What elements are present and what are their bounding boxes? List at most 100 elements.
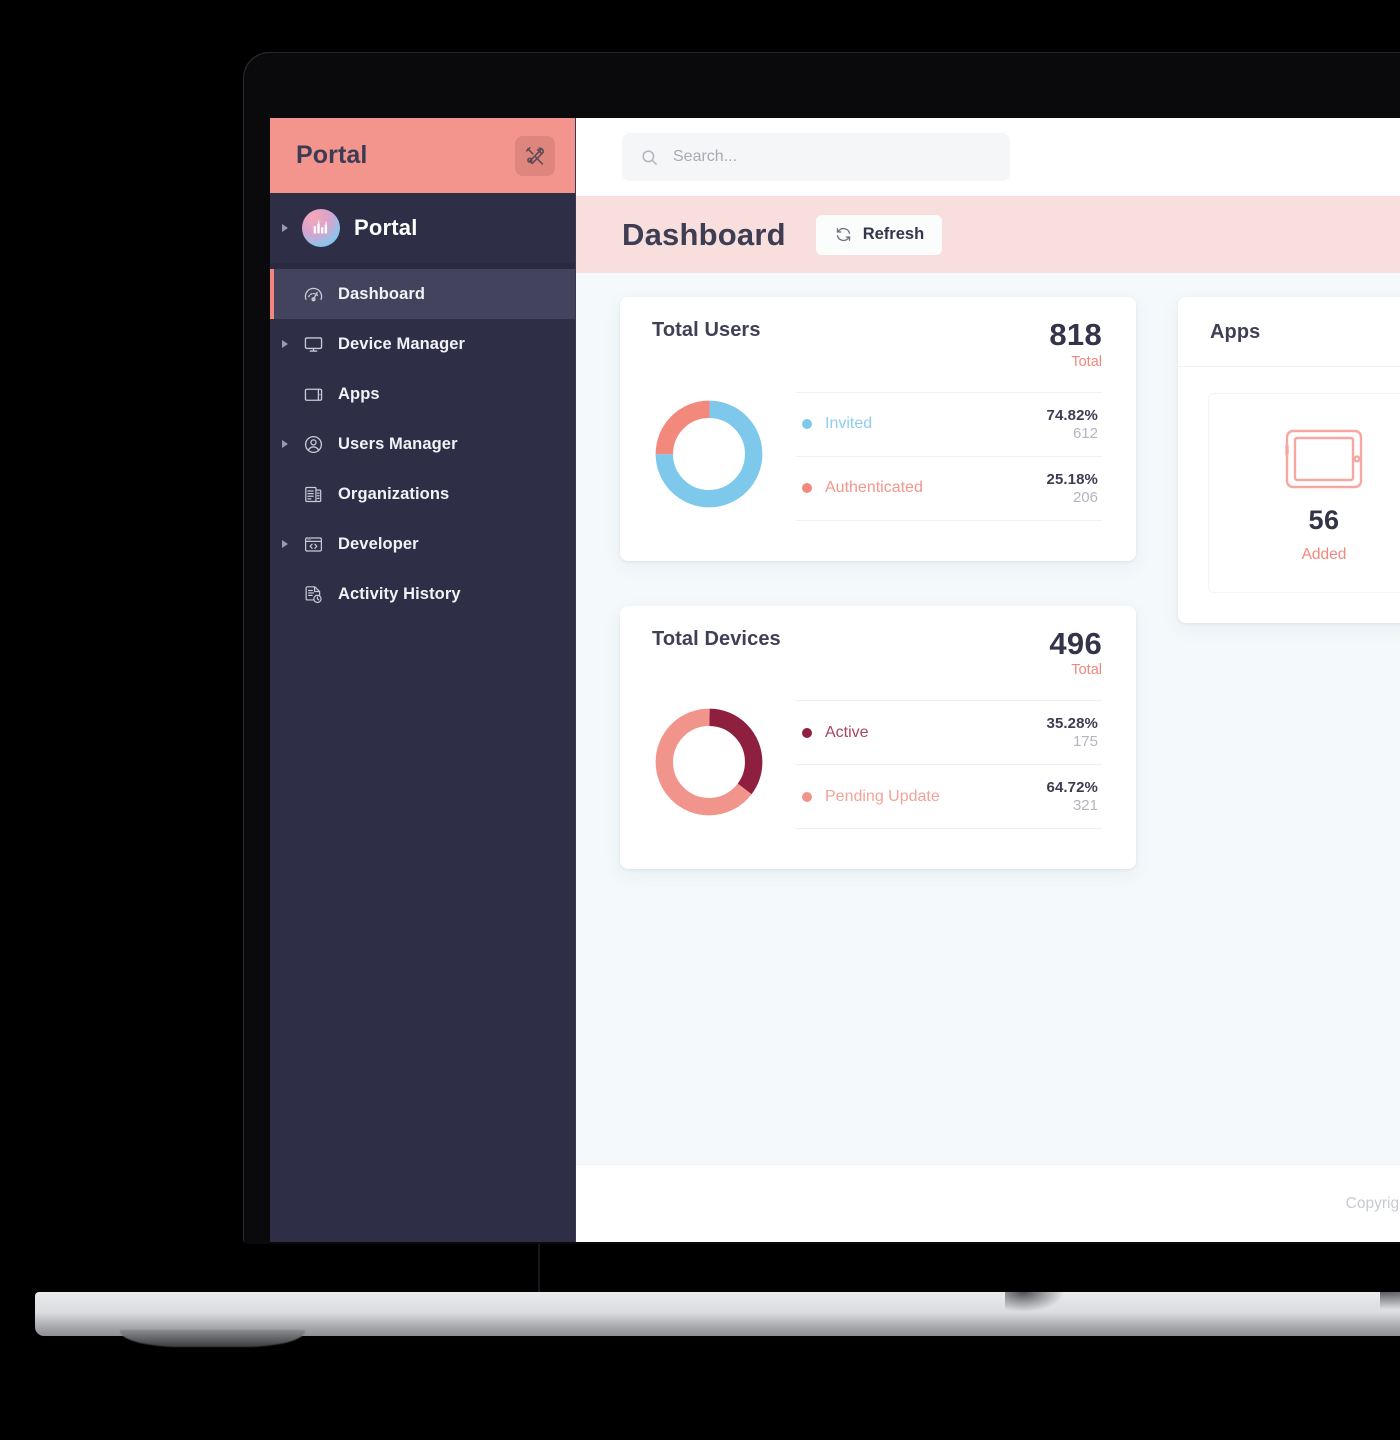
legend-dot-icon bbox=[802, 483, 812, 494]
legend-percent: 35.28% bbox=[1046, 715, 1098, 733]
legend-count: 321 bbox=[1072, 797, 1098, 815]
card-title: Total Users bbox=[652, 319, 761, 341]
copyright-text: Copyright bbox=[1345, 1194, 1400, 1212]
total-users-donut-chart bbox=[650, 395, 768, 518]
dashboard-content: Total Users 818 Total Invited 74.82% 612… bbox=[576, 273, 1400, 1164]
sidebar-item-label: Users Manager bbox=[338, 434, 458, 453]
main-area: Search... Dashboard Refresh Total Users … bbox=[575, 118, 1400, 1242]
legend-row[interactable]: Pending Update 64.72% 321 bbox=[796, 765, 1102, 830]
sidebar-item-label: Activity History bbox=[338, 584, 461, 603]
legend-label: Active bbox=[825, 723, 869, 741]
total-devices-card: Total Devices 496 Total Active 35.28% 17… bbox=[620, 605, 1136, 870]
portal-app: Portal Portal Dashboard Device Manager A… bbox=[270, 118, 1400, 1242]
card-header: Total Users 818 Total bbox=[620, 297, 1136, 370]
laptop-base-notch-right bbox=[1380, 1292, 1400, 1312]
card-header: Apps bbox=[1178, 297, 1400, 367]
laptop-screen: Portal Portal Dashboard Device Manager A… bbox=[270, 118, 1400, 1242]
document-clock-icon bbox=[301, 582, 325, 606]
sidebar-item-organizations[interactable]: Organizations bbox=[270, 469, 575, 519]
portal-logo-icon bbox=[302, 209, 340, 247]
total-value: 818 bbox=[1049, 317, 1102, 352]
page-title: Dashboard bbox=[622, 216, 786, 252]
search-icon bbox=[642, 149, 657, 165]
card-body: 56 Added bbox=[1178, 367, 1400, 623]
sidebar-item-label: Organizations bbox=[338, 484, 450, 503]
chevron-right-icon[interactable] bbox=[282, 224, 288, 232]
sidebar-brand-title: Portal bbox=[296, 141, 368, 169]
laptop-mockup: Portal Portal Dashboard Device Manager A… bbox=[0, 0, 1400, 1440]
gauge-icon bbox=[301, 282, 325, 306]
sidebar-item-dashboard[interactable]: Dashboard bbox=[270, 269, 575, 319]
sidebar-item-label: Apps bbox=[338, 384, 380, 403]
sidebar-brand-bar: Portal bbox=[270, 118, 575, 193]
apps-added-label: Added bbox=[1301, 546, 1347, 563]
apps-added-tile[interactable]: 56 Added bbox=[1208, 393, 1400, 593]
chevron-right-icon[interactable] bbox=[282, 540, 288, 548]
card-body: Active 35.28% 175 Pending Update 64.72% … bbox=[620, 678, 1136, 869]
card-title: Total Devices bbox=[652, 627, 781, 650]
refresh-button[interactable]: Refresh bbox=[815, 214, 943, 255]
legend-count: 206 bbox=[1072, 488, 1098, 506]
sidebar: Portal Portal Dashboard Device Manager A… bbox=[270, 118, 575, 1242]
dashboard-right-column: Apps 56 Added bbox=[1178, 297, 1400, 623]
legend-count: 175 bbox=[1072, 733, 1098, 751]
legend-label: Pending Update bbox=[825, 787, 940, 805]
sidebar-org-row[interactable]: Portal bbox=[270, 193, 575, 269]
laptop-hinge bbox=[538, 1244, 540, 1296]
legend-row[interactable]: Authenticated 25.18% 206 bbox=[796, 457, 1102, 521]
legend-percent: 74.82% bbox=[1046, 406, 1098, 424]
card-total: 818 Total bbox=[1049, 317, 1102, 370]
search-input[interactable]: Search... bbox=[622, 133, 1010, 181]
card-title: Apps bbox=[1210, 321, 1261, 343]
legend-dot-icon bbox=[802, 419, 812, 430]
total-devices-legend: Active 35.28% 175 Pending Update 64.72% … bbox=[796, 700, 1102, 830]
card-header: Total Devices 496 Total bbox=[620, 606, 1136, 679]
search-placeholder: Search... bbox=[673, 148, 738, 165]
sidebar-nav: Dashboard Device Manager Apps Users Mana… bbox=[270, 269, 575, 619]
tablet-outline-icon bbox=[1284, 428, 1364, 495]
tablet-icon bbox=[301, 382, 325, 406]
total-users-legend: Invited 74.82% 612 Authenticated 25.18% … bbox=[796, 391, 1102, 521]
card-body: Invited 74.82% 612 Authenticated 25.18% … bbox=[620, 370, 1136, 561]
sidebar-item-label: Device Manager bbox=[338, 334, 466, 353]
legend-label: Authenticated bbox=[825, 479, 923, 497]
legend-row[interactable]: Active 35.28% 175 bbox=[796, 700, 1102, 766]
bar-chart-glyph-icon bbox=[313, 220, 328, 234]
apps-added-value: 56 bbox=[1308, 505, 1340, 535]
tools-icon bbox=[525, 146, 544, 165]
user-circle-icon bbox=[301, 432, 325, 456]
legend-percent: 64.72% bbox=[1046, 779, 1098, 797]
code-window-icon bbox=[301, 532, 325, 556]
sidebar-item-label: Dashboard bbox=[338, 284, 426, 303]
top-bar: Search... bbox=[576, 118, 1400, 196]
page-header-bar: Dashboard Refresh bbox=[576, 196, 1400, 273]
laptop-foot bbox=[120, 1330, 305, 1347]
sidebar-item-users-manager[interactable]: Users Manager bbox=[270, 419, 575, 469]
dashboard-left-column: Total Users 818 Total Invited 74.82% 612… bbox=[620, 297, 1136, 870]
card-total: 496 Total bbox=[1049, 625, 1102, 679]
total-label: Total bbox=[1071, 353, 1102, 370]
legend-count: 612 bbox=[1072, 424, 1098, 442]
sidebar-org-name: Portal bbox=[354, 215, 418, 240]
legend-dot-icon bbox=[802, 791, 812, 802]
building-icon bbox=[301, 482, 325, 506]
total-value: 496 bbox=[1049, 625, 1102, 661]
sidebar-item-apps[interactable]: Apps bbox=[270, 369, 575, 419]
sidebar-item-developer[interactable]: Developer bbox=[270, 519, 575, 569]
legend-row[interactable]: Invited 74.82% 612 bbox=[796, 391, 1102, 457]
legend-dot-icon bbox=[802, 727, 812, 738]
total-users-card: Total Users 818 Total Invited 74.82% 612… bbox=[620, 297, 1136, 561]
legend-label: Invited bbox=[825, 415, 873, 433]
laptop-base-notch-left bbox=[1005, 1292, 1065, 1312]
total-devices-donut-chart bbox=[650, 703, 768, 826]
legend-percent: 25.18% bbox=[1046, 470, 1098, 488]
sidebar-item-label: Developer bbox=[338, 534, 419, 553]
total-label: Total bbox=[1071, 662, 1102, 679]
refresh-icon bbox=[836, 227, 850, 242]
sidebar-item-activity-history[interactable]: Activity History bbox=[270, 569, 575, 619]
tools-button[interactable] bbox=[515, 135, 555, 176]
chevron-right-icon[interactable] bbox=[282, 340, 288, 348]
chevron-right-icon[interactable] bbox=[282, 440, 288, 448]
sidebar-item-device-manager[interactable]: Device Manager bbox=[270, 319, 575, 369]
monitor-icon bbox=[301, 332, 325, 356]
